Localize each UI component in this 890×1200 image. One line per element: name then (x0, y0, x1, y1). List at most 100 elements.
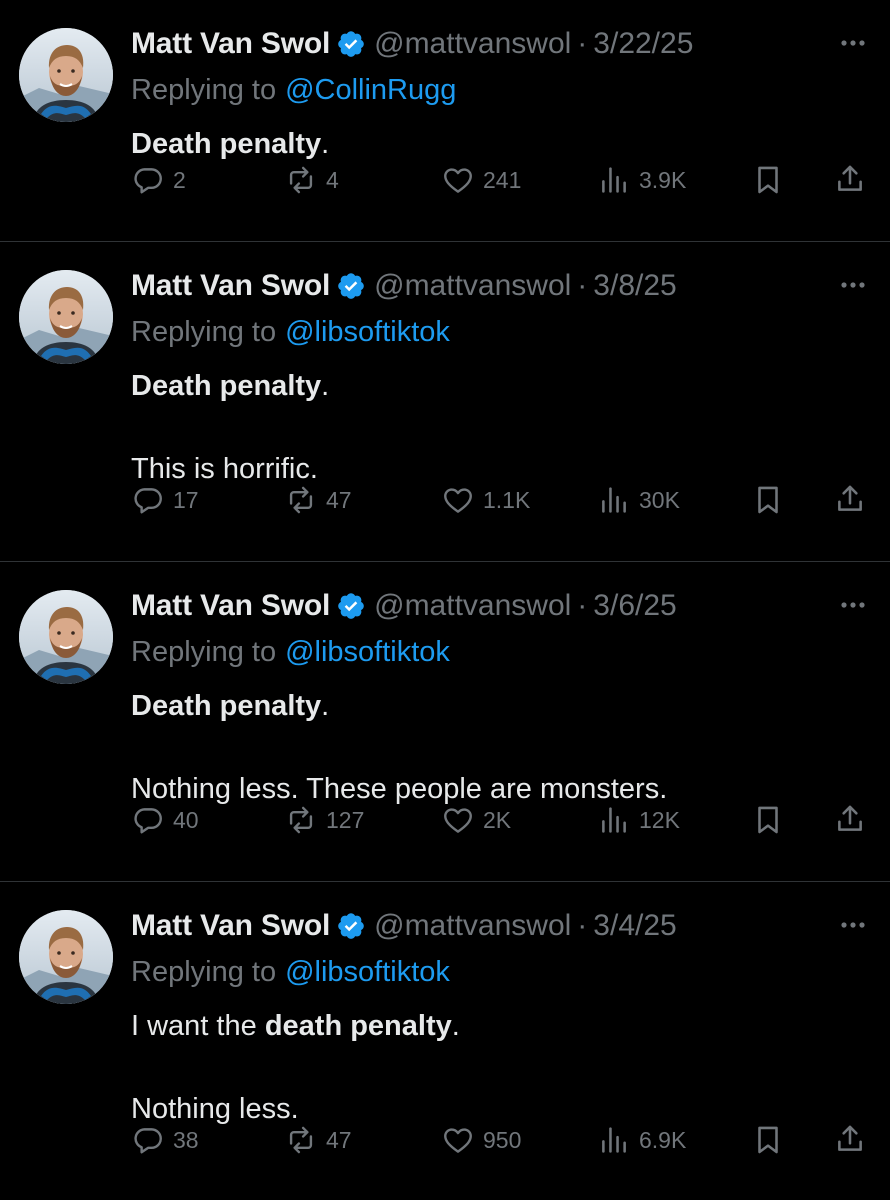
avatar[interactable] (19, 28, 113, 122)
reposts-count: 127 (326, 806, 365, 833)
avatar[interactable] (19, 270, 113, 364)
tweet-divider (0, 241, 890, 242)
tweet-date[interactable]: 3/8/25 (593, 269, 676, 303)
text-segment: Death penalty (131, 690, 322, 722)
author-handle[interactable]: @mattvanswol (374, 909, 571, 943)
tweet-date[interactable]: 3/4/25 (593, 909, 676, 943)
author-handle[interactable]: @mattvanswol (374, 589, 571, 623)
verified-badge-icon (336, 29, 366, 59)
share-icon[interactable] (833, 802, 867, 836)
verified-badge-icon (336, 911, 366, 941)
replying-to-link[interactable]: @CollinRugg (285, 74, 456, 107)
tweet-paragraph: Death penalty. (131, 366, 851, 406)
like-icon (441, 803, 475, 837)
replying-to-label: Replying to (131, 315, 277, 348)
like-button[interactable]: 2K (441, 803, 511, 837)
replies-count: 40 (173, 806, 199, 833)
replying-to-link[interactable]: @libsoftiktok (285, 316, 450, 349)
tweet[interactable]: Matt Van Swol @mattvanswol · 3/8/25 Replying… (0, 242, 890, 562)
like-button[interactable]: 241 (441, 163, 521, 197)
tweet-text: Death penalty. (131, 124, 851, 164)
views-count: 12K (639, 806, 680, 833)
bookmark-icon[interactable] (751, 483, 785, 517)
more-icon[interactable] (836, 592, 870, 618)
text-segment: . (451, 1010, 460, 1042)
views-icon (597, 483, 631, 517)
replying-to-label: Replying to (131, 635, 277, 668)
author-name[interactable]: Matt Van Swol (131, 27, 330, 61)
views-count: 6.9K (639, 1126, 687, 1153)
tweet[interactable]: Matt Van Swol @mattvanswol · 3/22/25 Replyin… (0, 0, 890, 242)
avatar[interactable] (19, 590, 113, 684)
bookmark-icon[interactable] (751, 803, 785, 837)
repost-button[interactable]: 47 (284, 483, 352, 517)
views-button[interactable]: 30K (597, 483, 680, 517)
reply-button[interactable]: 40 (131, 803, 199, 837)
replying-to-label: Replying to (131, 73, 277, 106)
author-handle[interactable]: @mattvanswol (374, 269, 571, 303)
more-icon[interactable] (836, 912, 870, 938)
tweet-text: Death penalty. Nothing less. These people… (131, 686, 851, 809)
author-name[interactable]: Matt Van Swol (131, 589, 330, 623)
repost-button[interactable]: 47 (284, 1123, 352, 1157)
like-icon (441, 483, 475, 517)
author-name[interactable]: Matt Van Swol (131, 909, 330, 943)
likes-count: 950 (483, 1126, 522, 1153)
bookmark-icon[interactable] (751, 1123, 785, 1157)
like-button[interactable]: 1.1K (441, 483, 530, 517)
reply-button[interactable]: 2 (131, 163, 186, 197)
likes-count: 1.1K (483, 486, 531, 513)
replying-to: Replying to @libsoftiktok (131, 952, 450, 992)
reply-button[interactable]: 38 (131, 1123, 199, 1157)
share-icon[interactable] (833, 482, 867, 516)
tweet-header: Matt Van Swol @mattvanswol · 3/6/25 (131, 586, 677, 626)
reply-icon (131, 163, 165, 197)
more-icon[interactable] (836, 272, 870, 298)
separator-dot: · (577, 27, 588, 60)
separator-dot: · (577, 589, 588, 622)
text-segment: . (321, 370, 330, 402)
tweet-date[interactable]: 3/22/25 (593, 27, 693, 61)
views-button[interactable]: 12K (597, 803, 680, 837)
text-segment: . (321, 690, 330, 722)
views-icon (597, 163, 631, 197)
replying-to: Replying to @libsoftiktok (131, 312, 450, 352)
views-count: 3.9K (639, 166, 687, 193)
replying-to: Replying to @libsoftiktok (131, 632, 450, 672)
more-icon[interactable] (836, 30, 870, 56)
tweet-date[interactable]: 3/6/25 (593, 589, 676, 623)
text-segment: Nothing less. These people are monsters. (131, 773, 668, 805)
reposts-count: 4 (326, 166, 339, 193)
views-count: 30K (639, 486, 680, 513)
avatar[interactable] (19, 910, 113, 1004)
text-segment: This is horrific. (131, 453, 318, 485)
repost-button[interactable]: 127 (284, 803, 364, 837)
replying-to-link[interactable]: @libsoftiktok (285, 636, 450, 669)
views-button[interactable]: 3.9K (597, 163, 686, 197)
likes-count: 241 (483, 166, 522, 193)
reply-button[interactable]: 17 (131, 483, 199, 517)
tweet-text: I want the death penalty. Nothing less. (131, 1006, 851, 1129)
reply-icon (131, 1123, 165, 1157)
tweet-paragraph: I want the death penalty. (131, 1006, 851, 1046)
repost-icon (284, 163, 318, 197)
replying-to-link[interactable]: @libsoftiktok (285, 956, 450, 989)
text-segment: Death penalty (131, 128, 322, 160)
like-button[interactable]: 950 (441, 1123, 521, 1157)
repost-button[interactable]: 4 (284, 163, 339, 197)
verified-badge-icon (336, 591, 366, 621)
bookmark-icon[interactable] (751, 163, 785, 197)
like-icon (441, 163, 475, 197)
share-icon[interactable] (833, 162, 867, 196)
tweet-paragraph: Death penalty. (131, 686, 851, 726)
tweet[interactable]: Matt Van Swol @mattvanswol · 3/6/25 Replying… (0, 562, 890, 882)
views-button[interactable]: 6.9K (597, 1123, 686, 1157)
share-icon[interactable] (833, 1122, 867, 1156)
views-icon (597, 1123, 631, 1157)
replies-count: 38 (173, 1126, 199, 1153)
tweet[interactable]: Matt Van Swol @mattvanswol · 3/4/25 Replying… (0, 882, 890, 1200)
author-handle[interactable]: @mattvanswol (374, 27, 571, 61)
text-segment: I want the (131, 1010, 265, 1042)
author-name[interactable]: Matt Van Swol (131, 269, 330, 303)
replying-to: Replying to @CollinRugg (131, 70, 456, 110)
